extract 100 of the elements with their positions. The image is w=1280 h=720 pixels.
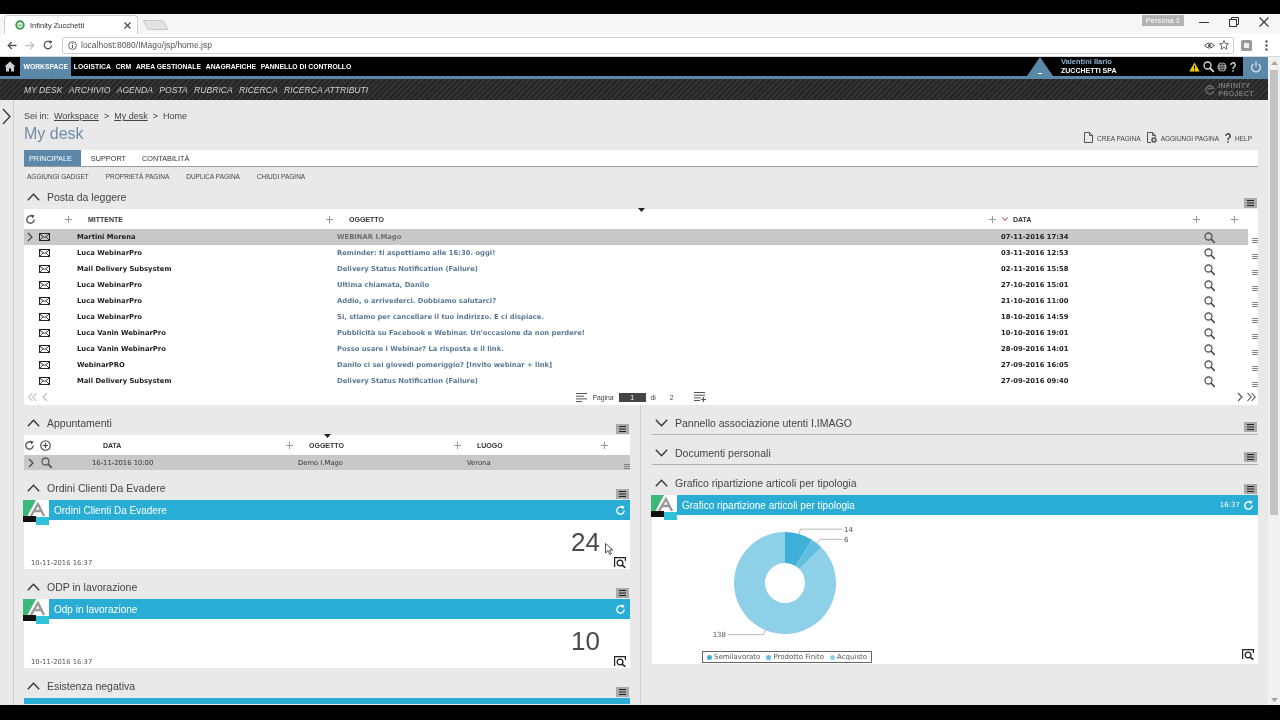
framed-magnifier-icon[interactable] [1242,649,1254,660]
close-icon[interactable] [1259,17,1269,27]
panel-title: ODP in lavorazione [47,580,138,594]
power-icon [1249,60,1262,73]
panel-menu-button[interactable] [1244,452,1257,462]
chevron-up-icon[interactable] [27,419,40,427]
panel-menu-button[interactable] [616,424,629,434]
menu-icon[interactable] [1252,254,1258,259]
search-icon[interactable] [1204,295,1215,307]
panel-menu-button[interactable] [616,687,629,697]
list-icon[interactable] [576,392,588,402]
search-icon[interactable] [1204,247,1215,259]
nav-link[interactable]: RICERCA ATTRIBUTI [284,84,369,95]
plus-circle-icon[interactable] [40,439,51,451]
breadcrumb-link[interactable]: Workspace [54,111,99,121]
list-plus-icon[interactable] [693,392,706,402]
nav-link[interactable]: RICERCA [239,84,278,95]
breadcrumb-label: Sei in: [24,111,49,121]
menu-icon[interactable] [1252,286,1258,291]
warning-icon[interactable] [1189,61,1200,72]
info-icon[interactable] [68,40,77,50]
triangle-icon[interactable] [1027,57,1053,76]
square-icon[interactable] [1241,39,1252,51]
home-icon[interactable] [4,61,16,72]
panel-title: Esistenza negativa [47,679,136,693]
nav-link[interactable]: AGENDA [116,84,153,95]
chevron-right-icon[interactable] [27,232,33,242]
help-icon[interactable] [1230,61,1236,72]
plus-icon[interactable] [454,441,461,449]
menu-icon[interactable] [1252,238,1258,243]
panel-title: Pannello associazione utenti I.IMAGO [675,416,852,430]
star-icon[interactable] [1219,40,1229,50]
search-icon[interactable] [1204,343,1215,355]
plus-icon[interactable] [1193,215,1200,223]
restore-icon[interactable] [1229,17,1239,27]
menu-icon[interactable] [1252,350,1258,355]
chevron-right-icon[interactable] [1237,392,1243,402]
refresh-icon[interactable] [24,439,35,451]
framed-magnifier-icon[interactable] [614,656,626,667]
address-field[interactable]: localhost:8080/IMago/jsp/home.jsp [62,36,1234,54]
chevron-up-icon[interactable] [27,583,40,591]
nav-link[interactable]: MY DESK [24,84,63,95]
search-icon[interactable] [1204,359,1215,371]
plus-icon[interactable] [1231,215,1238,223]
close-icon[interactable] [124,21,131,29]
breadcrumb-link[interactable]: My desk [114,111,148,121]
sort-chevron-icon[interactable] [1002,217,1008,221]
back-arrow-icon[interactable] [7,40,17,50]
search-icon[interactable] [1204,327,1215,339]
menu-icon[interactable] [1252,270,1258,275]
menu-icon[interactable] [1252,334,1258,339]
framed-magnifier-icon[interactable] [614,557,626,568]
scrollbar-thumb[interactable] [1270,70,1278,515]
menu-icon [1247,200,1254,206]
plus-icon[interactable] [65,215,72,223]
search-icon[interactable] [1204,263,1215,275]
menu-icon [1247,486,1254,492]
double-chevron-right-icon[interactable] [1247,392,1256,402]
panel-title: Ordini Clienti Da Evadere [47,481,166,495]
nav-link[interactable]: RUBRICA [194,84,233,95]
plus-icon[interactable] [601,441,608,449]
plus-icon[interactable] [326,215,333,223]
panel-menu-button[interactable] [1244,198,1257,208]
menu-icon[interactable] [1252,318,1258,323]
chevron-up-icon[interactable] [27,484,40,492]
panel-menu-button[interactable] [616,489,629,499]
eye-icon[interactable] [1204,41,1215,49]
chevron-right-icon[interactable] [28,457,34,468]
nav-link[interactable]: POSTA [159,84,188,95]
sidebar-toggle-icon[interactable] [2,108,11,125]
mail-icon [39,345,50,353]
chevron-down-icon[interactable] [655,449,668,457]
menu-icon [1247,454,1254,460]
mail-icon [39,361,50,369]
leader-line [798,528,843,535]
search-icon[interactable] [1204,375,1215,387]
nav-link[interactable]: ARCHIVIO [68,84,111,95]
panel-menu-button[interactable] [1244,484,1257,494]
globe-icon[interactable] [1217,61,1227,72]
menu-dots-icon[interactable] [1265,39,1268,51]
widget-title: Odp in lavorazione [54,603,138,615]
breadcrumb-separator: > [103,111,110,121]
panel-menu-button[interactable] [1244,422,1257,432]
reload-icon[interactable] [43,40,53,50]
plus-icon[interactable] [286,441,293,449]
chevron-down-icon[interactable] [655,419,668,427]
search-icon[interactable] [1203,61,1214,72]
scrollbar[interactable] [1268,57,1280,705]
menu-icon[interactable] [1252,366,1258,371]
search-icon[interactable] [1204,311,1215,323]
plus-icon[interactable] [989,215,996,223]
refresh-icon[interactable] [25,213,36,225]
panel-menu-button[interactable] [616,588,629,598]
chevron-up-icon[interactable] [27,682,40,690]
chevron-up-icon[interactable] [27,193,40,201]
chevron-up-icon[interactable] [655,479,668,487]
power-button[interactable] [1243,57,1268,76]
menu-icon[interactable] [1252,382,1258,387]
search-icon[interactable] [1204,279,1215,291]
menu-icon[interactable] [1252,302,1258,307]
